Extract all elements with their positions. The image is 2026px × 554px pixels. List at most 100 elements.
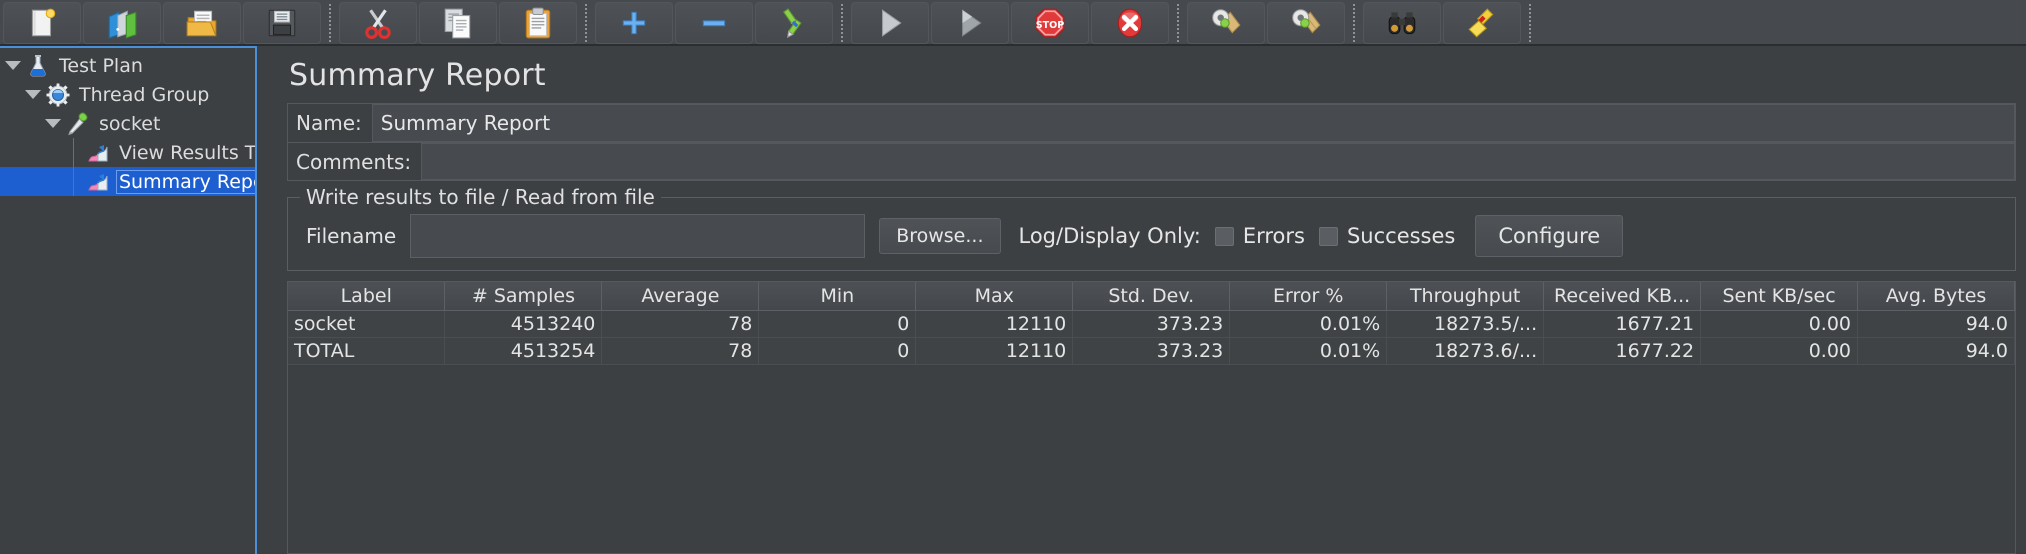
filename-input[interactable] <box>410 214 866 258</box>
name-label: Name: <box>296 111 362 135</box>
toggle-button[interactable] <box>755 1 833 44</box>
table-header-cell[interactable]: Throughput <box>1386 282 1545 311</box>
save-button[interactable] <box>243 1 321 44</box>
chevron-down-icon[interactable] <box>40 119 66 128</box>
name-input[interactable]: Summary Report <box>371 104 2015 142</box>
tree-item-socket[interactable]: socket <box>0 109 255 138</box>
main-toolbar: STOP <box>0 0 2026 46</box>
table-cell: 0 <box>758 310 917 338</box>
jmeter-window: STOP Test Plan Thread Group socket View Res… <box>0 0 2026 554</box>
separator-2-icon <box>581 2 591 44</box>
reset-search-button[interactable] <box>1443 1 1521 44</box>
successes-checkbox[interactable] <box>1318 226 1338 246</box>
table-cell: 0.01% <box>1229 310 1388 338</box>
table-header-cell[interactable]: # Samples <box>444 282 603 311</box>
shutdown-button[interactable] <box>1091 1 1169 44</box>
table-cell: 0.01% <box>1229 337 1388 365</box>
browse-button[interactable]: Browse... <box>879 218 1001 254</box>
separator-5-icon <box>1349 2 1359 44</box>
tree-item-summary-report[interactable]: Summary Report <box>0 167 255 196</box>
successes-label: Successes <box>1346 224 1456 248</box>
stop-button[interactable]: STOP <box>1011 1 1089 44</box>
tree-guide <box>60 138 86 167</box>
table-cell: 18273.5/... <box>1386 310 1545 338</box>
table-cell: socket <box>288 310 446 338</box>
table-body: socket 4513240 78 0 12110 373.23 0.01% 18273.5/… <box>288 310 2015 365</box>
plus-icon <box>617 6 651 40</box>
table-cell: 94.0 <box>1857 310 2015 338</box>
tree-item-view-results-tree[interactable]: View Results Tree <box>0 138 255 167</box>
tree-item-label: View Results Tree <box>119 141 255 164</box>
start-no-timers-button[interactable] <box>931 1 1009 44</box>
chevron-down-icon[interactable] <box>20 90 46 99</box>
page-title: Summary Report <box>289 58 546 93</box>
collapse-all-button[interactable] <box>675 1 753 44</box>
errors-label: Errors <box>1242 224 1305 248</box>
table-header-cell[interactable]: Avg. Bytes <box>1857 282 2015 311</box>
templates-button[interactable] <box>83 1 161 44</box>
broom-gear-all-icon <box>1289 6 1323 40</box>
table-header-cell[interactable]: Min <box>758 282 917 311</box>
successes-checkbox-wrap[interactable]: Successes <box>1318 224 1456 248</box>
write-results-legend: Write results to file / Read from file <box>300 185 661 209</box>
paste-button[interactable] <box>499 1 577 44</box>
table-cell: 1677.22 <box>1543 337 1702 365</box>
search-button[interactable] <box>1363 1 1441 44</box>
start-button[interactable] <box>851 1 929 44</box>
tree-item-test-plan[interactable]: Test Plan <box>0 51 255 80</box>
panel-splitter[interactable] <box>257 46 265 554</box>
chevron-down-icon[interactable] <box>0 61 26 70</box>
binoculars-icon <box>1385 6 1419 40</box>
test-plan-tree-panel[interactable]: Test Plan Thread Group socket View Results … <box>0 46 257 554</box>
new-button[interactable] <box>3 1 81 44</box>
table-cell: TOTAL <box>288 337 446 365</box>
table-row[interactable]: TOTAL 4513254 78 0 12110 373.23 0.01% 18273.6/.… <box>288 337 2015 365</box>
copy-pages-icon <box>441 6 475 40</box>
table-cell: 1677.21 <box>1543 310 1702 338</box>
table-header-cell[interactable]: Average <box>601 282 760 311</box>
expand-all-button[interactable] <box>595 1 673 44</box>
minus-icon <box>697 6 731 40</box>
svg-text:STOP: STOP <box>1036 19 1065 30</box>
table-cell: 94.0 <box>1857 337 2015 365</box>
table-cell: 0 <box>758 337 917 365</box>
table-header-cell[interactable]: Received KB... <box>1543 282 1702 311</box>
open-button[interactable] <box>163 1 241 44</box>
shutdown-x-icon <box>1113 6 1147 40</box>
comments-input[interactable] <box>421 143 2015 180</box>
clear-all-button[interactable] <box>1267 1 1345 44</box>
table-cell: 18273.6/... <box>1386 337 1545 365</box>
tree-guide <box>60 167 86 196</box>
table-header-cell[interactable]: Max <box>915 282 1074 311</box>
tree-item-thread-group[interactable]: Thread Group <box>0 80 255 109</box>
scissors-icon <box>361 6 395 40</box>
save-floppy-icon <box>265 6 299 40</box>
errors-checkbox-wrap[interactable]: Errors <box>1214 224 1305 248</box>
open-folder-icon <box>185 6 219 40</box>
table-row[interactable]: socket 4513240 78 0 12110 373.23 0.01% 18273.5/… <box>288 310 2015 338</box>
tree-item-label: Summary Report <box>116 169 255 194</box>
table-cell: 4513240 <box>444 310 603 338</box>
summary-report-panel: Summary Report Name: Summary Report Comm… <box>265 46 2026 554</box>
sampler-pipette-icon <box>66 112 90 136</box>
errors-checkbox[interactable] <box>1214 226 1234 246</box>
table-header-cell[interactable]: Std. Dev. <box>1072 282 1231 311</box>
summary-table-wrap[interactable]: Label # Samples Average Min Max Std. Dev. Erro… <box>287 281 2016 554</box>
configure-button[interactable]: Configure <box>1475 215 1624 257</box>
copy-button[interactable] <box>419 1 497 44</box>
play-gray-triangle-icon <box>953 6 987 40</box>
table-header-cell[interactable]: Label <box>288 282 446 311</box>
file-row: Filename Browse... Log/Display Only: Err… <box>300 214 2003 258</box>
play-triangle-icon <box>873 6 907 40</box>
cut-button[interactable] <box>339 1 417 44</box>
table-header-cell[interactable]: Sent KB/sec <box>1700 282 1859 311</box>
log-display-only-label: Log/Display Only: <box>1018 224 1201 248</box>
new-document-icon <box>25 6 59 40</box>
table-cell: 78 <box>601 337 760 365</box>
table-header-cell[interactable]: Error % <box>1229 282 1388 311</box>
thread-group-gear-icon <box>46 83 70 107</box>
table-cell: 373.23 <box>1072 310 1231 338</box>
clear-button[interactable] <box>1187 1 1265 44</box>
table-cell: 0.00 <box>1700 310 1859 338</box>
comments-row: Comments: <box>288 142 2015 180</box>
